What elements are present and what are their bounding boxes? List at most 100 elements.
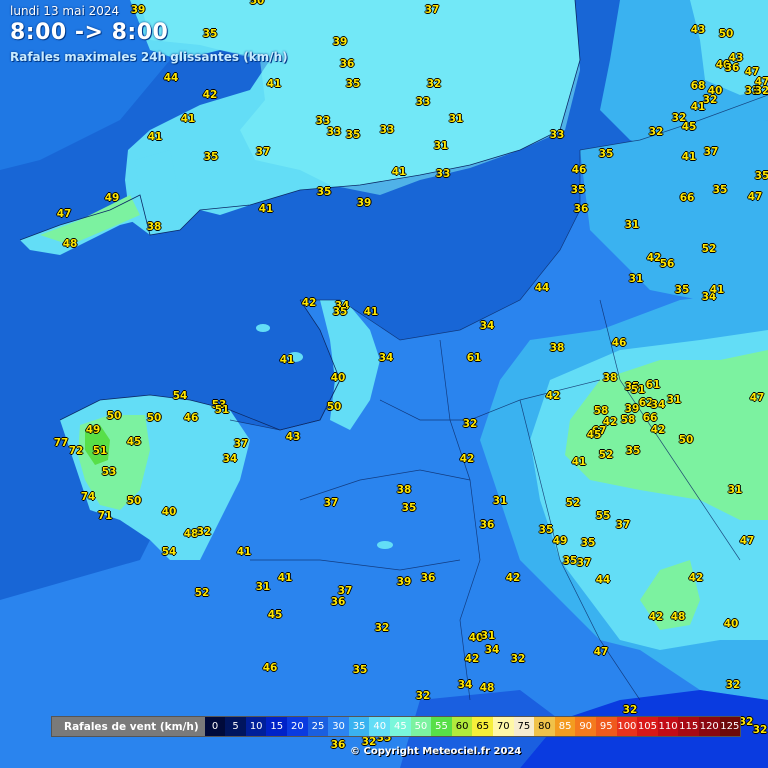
station-value: 41 bbox=[571, 456, 587, 468]
station-value: 41 bbox=[266, 78, 282, 90]
station-value: 35 bbox=[754, 170, 768, 182]
legend-cell: 15 bbox=[266, 717, 288, 736]
station-value: 31 bbox=[727, 484, 743, 496]
station-value: 61 bbox=[466, 352, 482, 364]
station-value: 50 bbox=[249, 0, 265, 7]
station-value: 45 bbox=[681, 121, 697, 133]
station-value: 41 bbox=[279, 354, 295, 366]
station-value: 51 bbox=[92, 445, 108, 457]
legend-cell: 5 bbox=[225, 717, 246, 736]
legend-cell: 0 bbox=[204, 717, 226, 736]
station-value: 42 bbox=[301, 297, 317, 309]
station-value: 48 bbox=[62, 238, 78, 250]
station-value: 32 bbox=[725, 679, 741, 691]
station-value: 50 bbox=[326, 401, 342, 413]
station-value: 41 bbox=[709, 284, 725, 296]
station-value: 40 bbox=[330, 372, 346, 384]
station-value: 77 bbox=[53, 437, 69, 449]
legend-cell: 115 bbox=[678, 717, 699, 736]
station-value: 35 bbox=[712, 184, 728, 196]
station-value: 41 bbox=[258, 203, 274, 215]
station-value: 39 bbox=[396, 576, 412, 588]
station-value: 45 bbox=[586, 429, 602, 441]
station-value: 37 bbox=[424, 4, 440, 16]
map-time-range: 8:00 -> 8:00 bbox=[10, 20, 169, 45]
station-value: 43 bbox=[285, 431, 301, 443]
station-value: 37 bbox=[576, 557, 592, 569]
station-value: 32 bbox=[426, 78, 442, 90]
station-value: 46 bbox=[262, 662, 278, 674]
station-value: 44 bbox=[163, 72, 179, 84]
station-value: 34 bbox=[222, 453, 238, 465]
station-value: 32 bbox=[462, 418, 478, 430]
station-value: 35 bbox=[352, 664, 368, 676]
station-value: 32 bbox=[196, 526, 212, 538]
station-value: 47 bbox=[593, 646, 609, 658]
station-value: 51 bbox=[630, 384, 646, 396]
legend-cell: 105 bbox=[637, 717, 658, 736]
station-value: 35 bbox=[570, 184, 586, 196]
station-value: 42 bbox=[464, 653, 480, 665]
station-value: 34 bbox=[479, 320, 495, 332]
station-value: 35 bbox=[580, 537, 596, 549]
station-value: 37 bbox=[323, 497, 339, 509]
station-value: 41 bbox=[147, 131, 163, 143]
station-value: 39 bbox=[332, 36, 348, 48]
station-value: 35 bbox=[345, 129, 361, 141]
island bbox=[256, 324, 270, 332]
station-value: 34 bbox=[484, 644, 500, 656]
station-value: 35 bbox=[401, 502, 417, 514]
station-value: 66 bbox=[642, 412, 658, 424]
station-value: 40 bbox=[723, 618, 739, 630]
station-value: 54 bbox=[172, 390, 188, 402]
station-value: 35 bbox=[674, 284, 690, 296]
station-value: 72 bbox=[68, 445, 84, 457]
station-value: 38 bbox=[602, 372, 618, 384]
station-value: 52 bbox=[565, 497, 581, 509]
station-value: 31 bbox=[624, 219, 640, 231]
station-value: 35 bbox=[332, 306, 348, 318]
wind-legend: Rafales de vent (km/h) 0 5 10 15 20 25 30 35 40 4… bbox=[51, 716, 742, 737]
island bbox=[377, 541, 393, 549]
map-date: lundi 13 mai 2024 bbox=[10, 4, 120, 18]
station-value: 32 bbox=[648, 126, 664, 138]
map-subtitle: Rafales maximales 24h glissantes (km/h) bbox=[10, 50, 288, 64]
legend-cell: 75 bbox=[513, 717, 535, 736]
station-value: 35 bbox=[316, 186, 332, 198]
station-value: 66 bbox=[679, 192, 695, 204]
station-value: 49 bbox=[85, 424, 101, 436]
station-value: 33 bbox=[415, 96, 431, 108]
station-value: 50 bbox=[718, 28, 734, 40]
station-value: 37 bbox=[233, 438, 249, 450]
legend-scale: 0 5 10 15 20 25 30 35 40 45 50 55 60 65 70 75 80 85 90 95 10… bbox=[204, 717, 741, 736]
legend-cell: 110 bbox=[657, 717, 679, 736]
station-value: 41 bbox=[391, 166, 407, 178]
station-value: 31 bbox=[448, 113, 464, 125]
station-value: 39 bbox=[356, 197, 372, 209]
station-value: 31 bbox=[666, 394, 682, 406]
station-value: 50 bbox=[126, 495, 142, 507]
station-value: 47 bbox=[747, 191, 763, 203]
copyright: © Copyright Meteociel.fr 2024 bbox=[350, 746, 522, 757]
legend-cell: 25 bbox=[307, 717, 329, 736]
station-value: 32 bbox=[415, 690, 431, 702]
station-value: 41 bbox=[681, 151, 697, 163]
legend-cell: 60 bbox=[451, 717, 473, 736]
station-value: 41 bbox=[236, 546, 252, 558]
station-value: 47 bbox=[739, 535, 755, 547]
legend-cell: 30 bbox=[328, 717, 349, 736]
station-value: 35 bbox=[562, 555, 578, 567]
station-value: 41 bbox=[690, 101, 706, 113]
station-value: 41 bbox=[180, 113, 196, 125]
station-value: 53 bbox=[101, 466, 117, 478]
station-value: 50 bbox=[678, 434, 694, 446]
station-value: 41 bbox=[363, 306, 379, 318]
station-value: 43 bbox=[690, 24, 706, 36]
station-value: 47 bbox=[749, 392, 765, 404]
legend-cell: 80 bbox=[534, 717, 555, 736]
legend-cell: 85 bbox=[554, 717, 576, 736]
legend-cell: 120 bbox=[698, 717, 720, 736]
station-value: 42 bbox=[648, 611, 664, 623]
station-value: 49 bbox=[552, 535, 568, 547]
legend-cell: 20 bbox=[287, 717, 308, 736]
